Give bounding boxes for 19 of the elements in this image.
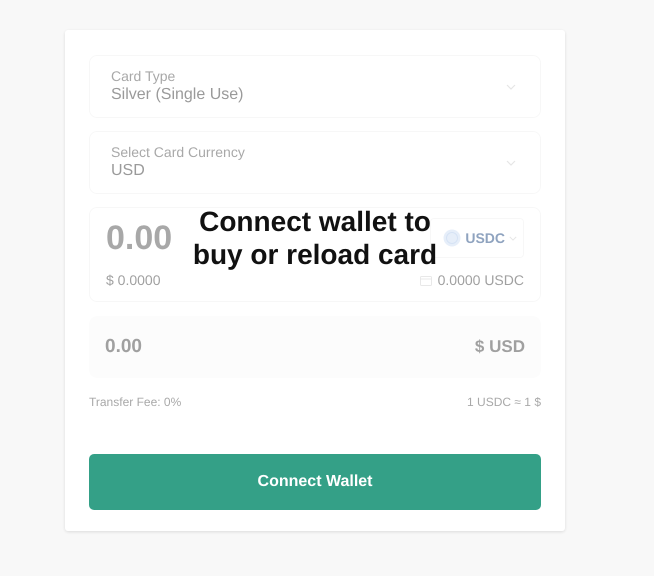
chevron-down-icon xyxy=(506,160,516,166)
currency-unit: $ USD xyxy=(474,336,525,358)
currency-select[interactable]: Select Card Currency USD xyxy=(89,131,541,194)
card-type-select[interactable]: Card Type Silver (Single Use) xyxy=(89,55,541,118)
chevron-down-icon xyxy=(509,236,517,240)
coin-icon xyxy=(443,229,462,247)
transfer-fee-text: Transfer Fee: 0% xyxy=(89,394,182,411)
field-value: USD xyxy=(111,161,146,181)
chevron-down-icon xyxy=(506,84,516,90)
amount-input[interactable]: 0.00 xyxy=(106,218,172,258)
connect-wallet-button[interactable]: Connect Wallet xyxy=(89,454,541,510)
field-label: Select Card Currency xyxy=(111,144,246,161)
usd-value: $ 0.0000 xyxy=(106,271,160,290)
balance-text: 0.0000 USDC xyxy=(438,271,524,290)
exchange-rate-text: 1 USDC ≈ 1 $ xyxy=(467,394,541,411)
receive-amount: 0.00 xyxy=(105,334,142,359)
field-label: Card Type xyxy=(111,68,176,85)
field-value: Silver (Single Use) xyxy=(111,85,244,105)
token-label: USDC xyxy=(465,228,505,248)
